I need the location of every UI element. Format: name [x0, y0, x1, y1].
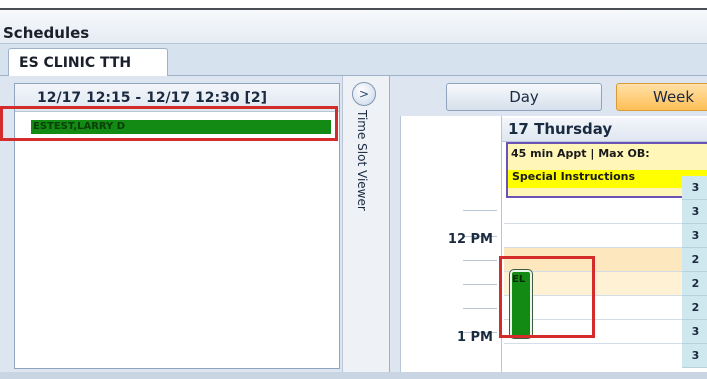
slot-count: 2	[682, 248, 707, 272]
time-label-1pm: 1 PM	[456, 330, 493, 345]
patient-highlight-box	[0, 106, 338, 141]
window-title: Schedules	[3, 24, 90, 42]
title-bar: Schedules	[0, 10, 707, 44]
slot-count: 3	[682, 176, 707, 200]
bottom-bar	[0, 372, 707, 379]
time-tick	[463, 284, 497, 285]
appointment-rule-text: 45 min Appt | Max OB:	[511, 147, 650, 160]
time-slot-row[interactable]	[504, 224, 682, 248]
day-column-thursday: 17 Thursday 45 min Appt | Max OB: Specia…	[501, 116, 707, 379]
tab-row: ES CLINIC TTH	[0, 44, 707, 76]
time-tick	[463, 210, 497, 211]
content-area: 12/17 12:15 - 12/17 12:30 [2] ESTEST,LAR…	[0, 76, 707, 379]
slot-count: 3	[682, 344, 707, 368]
tab-es-clinic-tth[interactable]: ES CLINIC TTH	[8, 48, 168, 76]
time-tick	[463, 260, 497, 261]
calendar-panel: Day Week 12 PM 1 PM 17 Thursday 45 min A…	[392, 76, 707, 379]
time-slot-range: 12/17 12:15 - 12/17 12:30 [2]	[37, 90, 268, 106]
slot-count: 2	[682, 272, 707, 296]
expand-chevron-icon[interactable]: >	[352, 82, 376, 106]
day-view-button[interactable]: Day	[446, 83, 602, 111]
appointment-highlight-box	[499, 256, 595, 338]
time-tick	[463, 308, 497, 309]
calendar-grid: 12 PM 1 PM 17 Thursday 45 min Appt | Max…	[400, 116, 707, 379]
time-label-12pm: 12 PM	[447, 232, 493, 247]
slot-count: 3	[682, 320, 707, 344]
time-slot-row[interactable]	[504, 200, 682, 224]
week-view-button[interactable]: Week	[616, 83, 707, 111]
slot-info-box[interactable]: 45 min Appt | Max OB: Special Instructio…	[506, 142, 707, 198]
day-header[interactable]: 17 Thursday	[502, 118, 707, 142]
time-slot-viewer-label[interactable]: Time Slot Viewer	[355, 110, 369, 211]
time-column: 12 PM 1 PM	[401, 116, 499, 379]
day-header-label: 17 Thursday	[508, 120, 613, 138]
tab-label: ES CLINIC TTH	[19, 55, 132, 71]
slot-count: 2	[682, 296, 707, 320]
slot-count: 3	[682, 200, 707, 224]
time-slot-viewer-strip: > Time Slot Viewer	[342, 76, 390, 379]
slot-count: 3	[682, 224, 707, 248]
top-strip	[0, 0, 707, 8]
special-instructions[interactable]: Special Instructions	[508, 170, 707, 188]
